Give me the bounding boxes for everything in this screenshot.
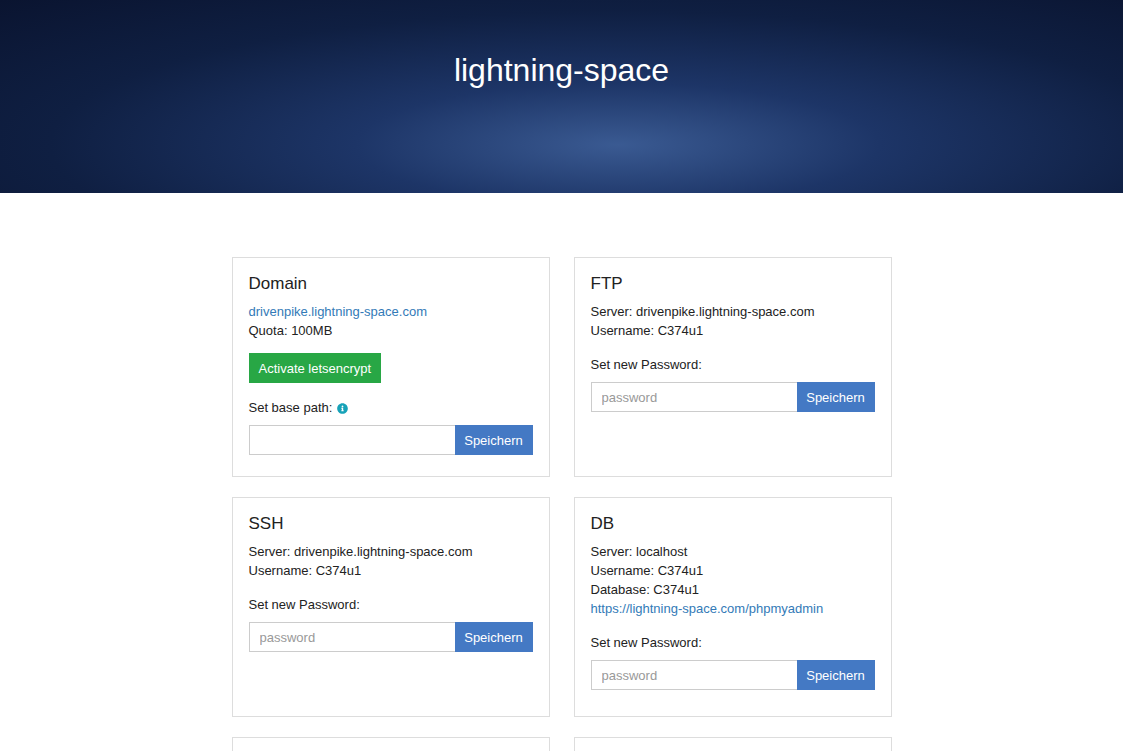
card-info: Server: drivenpike.lightning-space.com xyxy=(249,542,533,561)
settings-card xyxy=(574,737,892,751)
card-info: Database: C374u1 xyxy=(591,580,875,599)
card-grid: Domain drivenpike.lightning-space.comQuot… xyxy=(232,257,892,751)
card-link[interactable]: drivenpike.lightning-space.com xyxy=(249,302,533,321)
card-info: Username: C374u1 xyxy=(591,561,875,580)
card-info: Server: drivenpike.lightning-space.com xyxy=(591,302,875,321)
card-title: FTP xyxy=(591,273,875,295)
save-button[interactable]: Speichern xyxy=(455,425,533,455)
text-field[interactable] xyxy=(249,622,455,652)
save-button[interactable]: Speichern xyxy=(455,622,533,652)
card-info: Quota: 100MB xyxy=(249,321,533,340)
card-link[interactable]: https://lightning-space.com/phpmyadmin xyxy=(591,599,875,618)
letsencrypt-button[interactable]: Activate letsencrypt xyxy=(249,353,382,383)
form-row: Speichern xyxy=(249,425,533,455)
form-label: Set new Password: xyxy=(591,356,875,374)
text-field[interactable] xyxy=(591,660,797,690)
form-label: Set new Password: xyxy=(249,596,533,614)
text-field[interactable] xyxy=(249,425,455,455)
card-info: Username: C374u1 xyxy=(591,321,875,340)
card-title: SSH xyxy=(249,513,533,535)
text-field[interactable] xyxy=(591,382,797,412)
form-label: Set base path: xyxy=(249,399,533,417)
form-label: Set new Password: xyxy=(591,634,875,652)
form-row: Speichern xyxy=(591,660,875,690)
settings-card: DB Server: localhostUsername: C374u1Datab… xyxy=(574,497,892,717)
settings-card xyxy=(232,737,550,751)
card-info: Username: C374u1 xyxy=(249,561,533,580)
form-row: Speichern xyxy=(591,382,875,412)
site-title: lightning-space xyxy=(454,49,669,91)
card-info: Server: localhost xyxy=(591,542,875,561)
settings-card: SSH Server: drivenpike.lightning-space.co… xyxy=(232,497,550,717)
card-title: Domain xyxy=(249,273,533,295)
header-banner: lightning-space xyxy=(0,0,1123,193)
settings-card: Domain drivenpike.lightning-space.comQuot… xyxy=(232,257,550,477)
save-button[interactable]: Speichern xyxy=(797,382,875,412)
info-icon[interactable] xyxy=(337,403,348,414)
settings-card: FTP Server: drivenpike.lightning-space.co… xyxy=(574,257,892,477)
card-title: DB xyxy=(591,513,875,535)
form-row: Speichern xyxy=(249,622,533,652)
save-button[interactable]: Speichern xyxy=(797,660,875,690)
